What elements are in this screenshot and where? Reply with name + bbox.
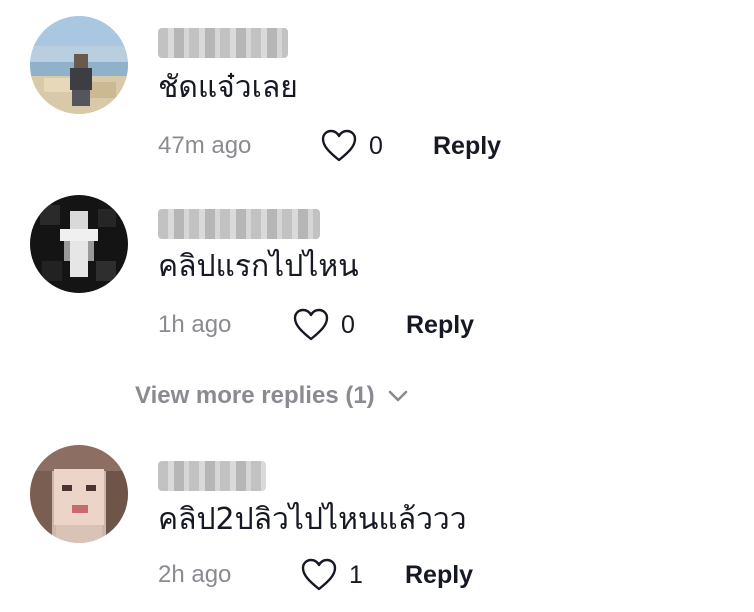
comment-item: คลิป2ปลิวไปไหนแล้ววว 2h ago 1 Reply [0, 445, 754, 605]
timestamp: 1h ago [158, 311, 232, 338]
view-more-replies-label: View more replies (1) [135, 382, 375, 409]
comment-meta: 2h ago 1 Reply [158, 555, 718, 595]
view-more-replies-button[interactable]: View more replies (1) [135, 376, 409, 416]
avatar[interactable] [30, 16, 128, 114]
timestamp: 47m ago [158, 132, 252, 159]
heart-outline-icon [293, 308, 329, 341]
reply-button[interactable]: Reply [433, 126, 501, 166]
comment-text: ชัดแจ๋วเลย [158, 70, 298, 105]
comment-text: คลิปแรกไปไหน [158, 249, 359, 284]
reply-button[interactable]: Reply [406, 305, 474, 345]
avatar[interactable] [30, 445, 128, 543]
username[interactable] [158, 28, 288, 58]
like-button[interactable]: 1 [301, 555, 363, 595]
heart-outline-icon [301, 558, 337, 591]
like-count: 0 [369, 132, 383, 160]
comment-text: คลิป2ปลิวไปไหนแล้ววว [158, 502, 467, 537]
chevron-down-icon [388, 390, 407, 402]
comment-meta: 47m ago 0 Reply [158, 126, 718, 166]
reply-button[interactable]: Reply [405, 555, 473, 595]
username[interactable] [158, 461, 266, 491]
comment-item: คลิปแรกไปไหน 1h ago 0 Reply [0, 195, 754, 355]
like-count: 1 [349, 561, 363, 589]
heart-outline-icon [321, 129, 357, 162]
like-count: 0 [341, 311, 355, 339]
timestamp: 2h ago [158, 561, 232, 588]
comment-item: ชัดแจ๋วเลย 47m ago 0 Reply [0, 16, 754, 176]
comment-meta: 1h ago 0 Reply [158, 305, 718, 345]
like-button[interactable]: 0 [293, 305, 355, 345]
avatar[interactable] [30, 195, 128, 293]
like-button[interactable]: 0 [321, 126, 383, 166]
username[interactable] [158, 209, 320, 239]
